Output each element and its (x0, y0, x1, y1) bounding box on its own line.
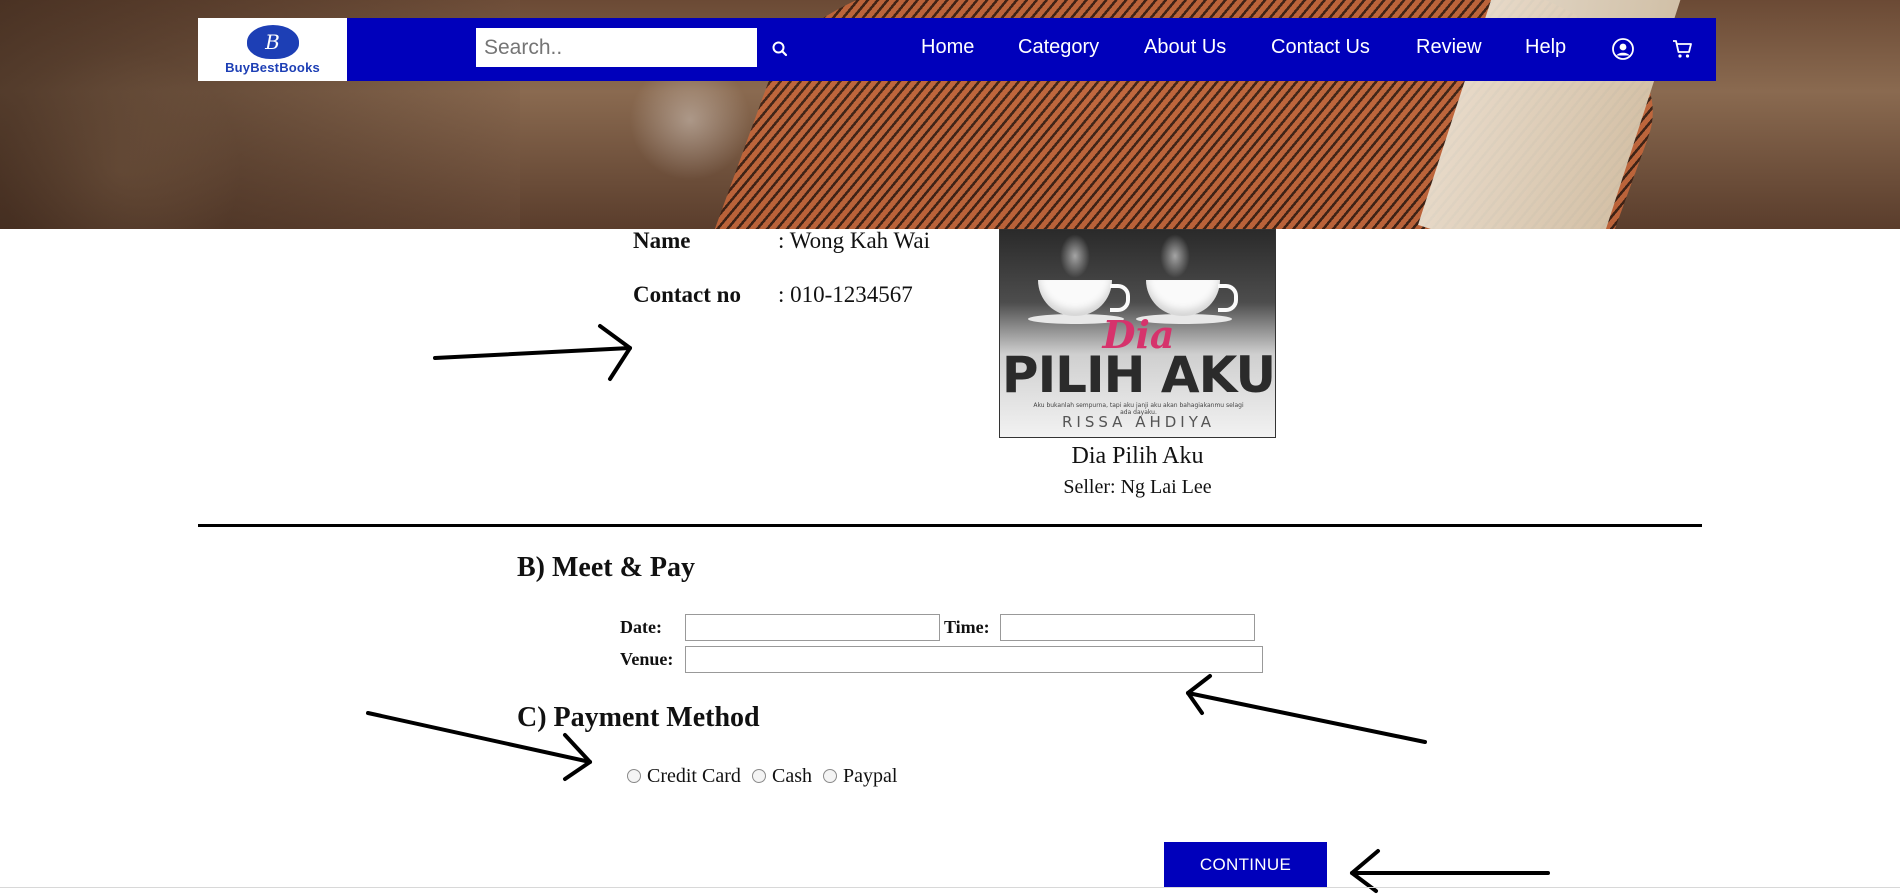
book-title[interactable]: Dia Pilih Aku (999, 443, 1276, 470)
contact-value: : 010-1234567 (778, 282, 913, 307)
steam-decoration (1160, 234, 1190, 278)
time-field[interactable] (1000, 614, 1255, 641)
cash-radio[interactable] (752, 769, 766, 783)
date-field[interactable] (685, 614, 940, 641)
book-seller: Seller: Ng Lai Lee (1063, 476, 1212, 498)
name-value: : Wong Kah Wai (778, 228, 930, 253)
date-label: Date: (620, 617, 662, 637)
paypal-radio[interactable] (823, 769, 837, 783)
book-cover-image: Dia PILIH AKU Aku bukanlah sempurna, tap… (999, 229, 1276, 438)
search-input[interactable] (476, 28, 757, 67)
payment-method-heading: C) Payment Method (517, 702, 760, 733)
search-icon[interactable] (769, 38, 791, 60)
credit-card-label[interactable]: Credit Card (647, 765, 741, 788)
steam-decoration (1060, 234, 1090, 278)
nav-home[interactable]: Home (921, 36, 974, 59)
site-logo[interactable]: B BuyBestBooks (198, 18, 347, 81)
meet-pay-heading: B) Meet & Pay (517, 552, 696, 583)
venue-label: Venue: (620, 649, 674, 669)
nav-help[interactable]: Help (1525, 36, 1566, 59)
logo-text: BuyBestBooks (225, 59, 320, 75)
cup-handle-decoration (1218, 284, 1238, 312)
cover-title: PILIH AKU (1001, 346, 1276, 404)
nav-contact-us[interactable]: Contact Us (1271, 36, 1370, 59)
cup-decoration (1146, 280, 1220, 316)
credit-card-radio[interactable] (627, 769, 641, 783)
page-bottom-border (0, 887, 1900, 888)
top-navbar: B BuyBestBooks Home Category About Us Co… (198, 18, 1716, 81)
nav-category[interactable]: Category (1018, 36, 1099, 59)
section-divider (198, 524, 1702, 527)
venue-field[interactable] (685, 646, 1263, 673)
nav-review[interactable]: Review (1416, 36, 1482, 59)
cup-handle-decoration (1110, 284, 1130, 312)
annotation-arrow-icon (433, 324, 632, 381)
cover-author: RISSA AHDIYA (1062, 413, 1215, 431)
contact-label: Contact no (633, 282, 741, 307)
annotation-arrow-icon (1186, 674, 1427, 744)
continue-button[interactable]: CONTINUE (1164, 842, 1327, 887)
user-circle-icon[interactable] (1611, 37, 1635, 61)
cart-icon[interactable] (1671, 37, 1695, 61)
nav-about-us[interactable]: About Us (1144, 36, 1226, 59)
cash-label[interactable]: Cash (772, 765, 812, 788)
paypal-label[interactable]: Paypal (843, 765, 897, 788)
time-label: Time: (944, 617, 990, 637)
logo-badge-icon: B (246, 24, 299, 59)
cup-decoration (1038, 280, 1112, 316)
name-label: Name (633, 228, 691, 253)
